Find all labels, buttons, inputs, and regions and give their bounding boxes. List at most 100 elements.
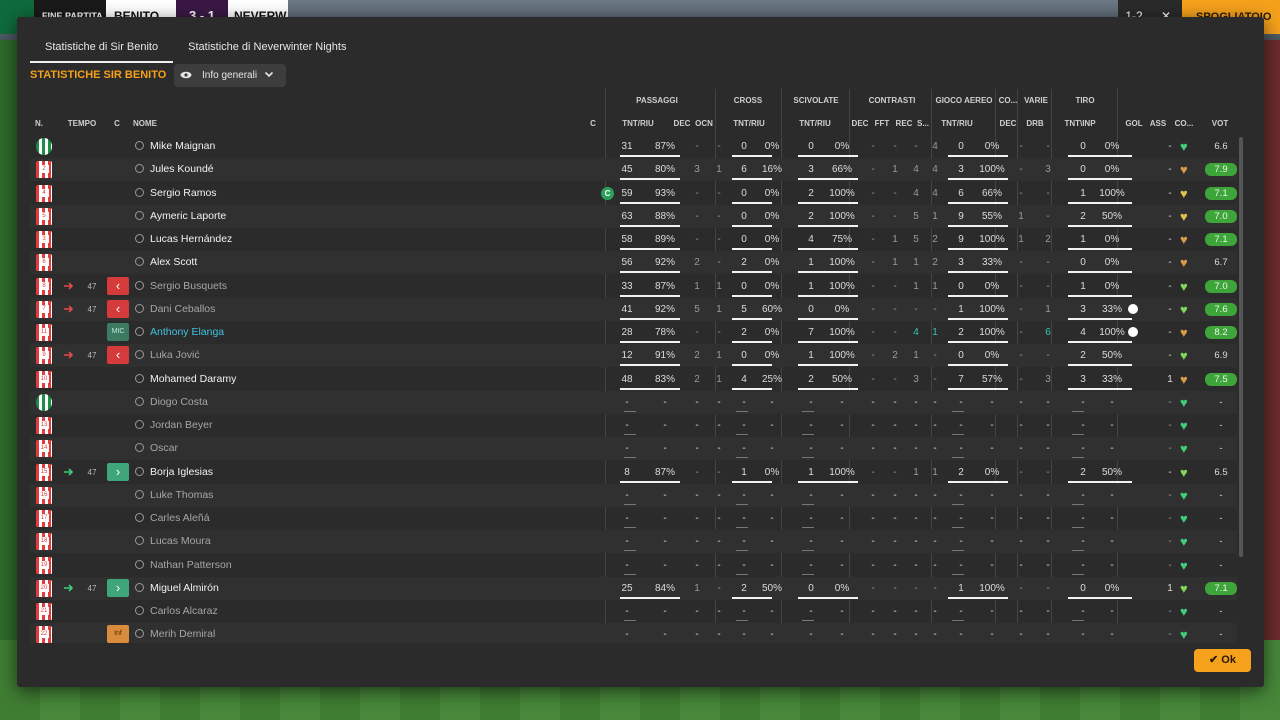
player-name[interactable]: Sergio Ramos [135,182,217,205]
player-name[interactable]: Alex Scott [135,251,197,274]
player-name[interactable]: Luke Thomas [135,484,213,507]
table-row[interactable]: 22 Inf Merih Demiral - - - - - - - - - - - - - - - - - - - ♥ - [30,623,1237,643]
player-name-text: Jules Koundé [150,163,214,176]
player-name[interactable]: Lucas Moura [135,530,211,553]
player-name[interactable]: Aymeric Laporte [135,205,226,228]
table-row[interactable]: Diogo Costa - - - - - - - - - - - - - - - - - - - ♥ - [30,390,1237,414]
column-header[interactable]: OCN [695,119,713,128]
column-header[interactable]: CO... [1173,119,1195,128]
column-header[interactable]: N. [31,119,47,128]
table-row[interactable]: 6 Alex Scott 56 92% 2-2 0% 1 100% -1 1 2 3 33% - -0 0% -… [30,251,1237,275]
stat-ass: - [1168,210,1172,222]
column-header[interactable]: C [111,119,123,128]
table-row[interactable]: 10 Mohamed Daramy 48 83% 2 1 4 25% 2 50% - -3-7 57% -… [30,368,1237,391]
column-header[interactable]: FFT [873,119,891,128]
player-name[interactable]: Carles Aleñá [135,507,210,530]
column-header[interactable]: TEMPO [67,119,97,128]
player-name[interactable]: Merih Demiral [135,623,215,643]
stat-ocn: 1 [716,303,722,315]
player-name[interactable]: Miguel Almirón [135,577,219,600]
person-icon [135,327,144,336]
table-row[interactable]: 13 Jordan Beyer - - - - - - - - - - - - - - - - - - - ♥ - [30,414,1237,437]
column-header[interactable]: TNT/RIU [729,119,769,128]
table-row[interactable]: 8 47 ‹ Sergio Busquets 33 87% 1 1 0 0% 1 100% - -1 1 0 0… [30,275,1237,298]
column-header[interactable]: TNT\INP [1053,119,1107,128]
table-row[interactable]: Mike Maignan 31 87% - -0 0% 0 0% - - -4 0 0% - -0 0% - ♥ 6… [30,135,1237,158]
shirt-number: 13 [39,421,49,429]
shirt-icon: 13 [36,417,52,434]
table-row[interactable]: 17 Carles Aleñá - - - - - - - - - - - - - - - - - - - ♥ - [30,507,1237,530]
player-name[interactable]: Luka Jović [135,344,200,367]
ok-button[interactable]: ✔ Ok [1194,649,1251,672]
injury-badge: Inf [107,625,129,643]
player-name[interactable]: Diogo Costa [135,391,208,414]
stat-ass: - [1168,350,1172,362]
player-name[interactable]: Mike Maignan [135,135,215,158]
column-header[interactable]: ASS [1149,119,1167,128]
column-header[interactable]: TNT/RIU [615,119,661,128]
stat-underline [620,480,680,483]
stat-s: 1 [932,210,938,222]
player-name[interactable]: Nathan Patterson [135,554,232,577]
column-header[interactable]: REC [895,119,913,128]
shirt-number: 11 [39,328,49,336]
player-name-text: Mike Maignan [150,140,216,152]
player-name[interactable]: Carlos Alcaraz [135,600,218,623]
stat-passp: - [663,559,667,571]
player-name[interactable]: Sergio Busquets [135,275,227,298]
table-row[interactable]: 16 Luke Thomas - - - - - - - - - - - - - - - - - - - ♥ - [30,483,1237,507]
stat-aerp: - [990,559,994,571]
stat-s: - [933,606,937,617]
table-row[interactable]: 11 MIC Anthony Elanga 28 78% - -2 0% 7 100% - -4 1 2 1… [30,321,1237,344]
view-dropdown[interactable]: Info generali [174,64,286,87]
stat-cdec: - [871,466,875,478]
column-header[interactable]: DEC [851,119,869,128]
tab-away-stats[interactable]: Statistiche di Neverwinter Nights [173,31,361,63]
player-name[interactable]: Lucas Hernández [135,228,232,251]
chevron-right-icon: › [107,462,129,481]
table-row[interactable]: 4 Sergio Ramos C 59 93% - -0 0% 2 100% - -4 4 6 66% - -1… [30,182,1237,205]
column-header[interactable]: C [587,119,599,128]
column-header[interactable]: VOT [1207,119,1233,128]
column-header[interactable]: DEC [673,119,691,128]
stat-underline [798,341,858,343]
player-name[interactable]: Jules Koundé [135,158,214,181]
stat-drb: - [1046,141,1050,152]
stat-rec: - [914,489,918,501]
sub-out-icon [63,304,75,317]
table-row[interactable]: 3 Lucas Hernández 58 89% - -0 0% 4 75% -1 5 2 9 100% 1… [30,228,1237,251]
table-row[interactable]: 2 Jules Koundé 45 80% 3 1 6 16% 3 66% -1 4 4 3 100% -3 0… [30,158,1237,182]
stat-underline [1068,201,1132,204]
table-row[interactable]: 9 47 ‹ Luka Jović 12 91% 2 1 0 0% 1 100% -2 1-0 0% - -2 5… [30,344,1237,368]
person-icon [135,466,144,476]
table-row[interactable]: 15 47 › Borja Iglesias 8 87% - -1 0% 1 100% - -1 1 2 0%… [30,461,1237,484]
vertical-scrollbar[interactable] [1239,137,1243,557]
stat-ass: - [1168,420,1172,431]
player-name[interactable]: Oscar [135,437,178,460]
stat-ocn: - [717,606,721,617]
table-row[interactable]: 20 47 › Miguel Almirón 25 84% 1-2 50% 0 0% - - - -1 10… [30,576,1237,600]
column-header[interactable]: S... [915,119,931,128]
stat-s: - [933,396,937,408]
table-row[interactable]: 14 Oscar - - - - - - - - - - - - - - - - - - - ♥ - [30,437,1237,461]
player-name[interactable]: Mohamed Daramy [135,368,236,391]
player-name[interactable]: Anthony Elanga [135,321,224,344]
table-row[interactable]: 7 47 ‹ Dani Ceballos 41 92% 5 1 5 60% 0 0% - - - -1 100%… [30,297,1237,321]
tab-home-stats[interactable]: Statistiche di Sir Benito [30,31,174,63]
table-row[interactable]: 19 Nathan Patterson - - - - - - - - - - - - - - - - - - - ♥ - [30,554,1237,577]
player-name-text: Nathan Patterson [150,558,232,571]
column-header[interactable]: TNT/RIU [795,119,835,128]
column-header[interactable]: TNT/RIU [933,119,981,128]
player-name[interactable]: Dani Ceballos [135,298,215,321]
stat-fft: - [893,373,897,385]
player-name[interactable]: Jordan Beyer [135,414,212,437]
player-name[interactable]: Borja Iglesias [135,461,213,484]
table-row[interactable]: 18 Lucas Moura - - - - - - - - - - - - - - - - - - - ♥ - [30,530,1237,554]
column-header[interactable]: NOME [133,119,173,128]
column-header[interactable]: DEC [999,119,1017,128]
table-row[interactable]: 21 Carlos Alcaraz - - - - - - - - - - - - - - - - - - - ♥ - [30,600,1237,623]
table-row[interactable]: 5 Aymeric Laporte 63 88% - -0 0% 2 100% - -5 1 9 55% 1… [30,204,1237,228]
sub-out-icon [63,281,75,294]
column-header[interactable]: DRB [1023,119,1047,128]
column-header[interactable]: GOL [1125,119,1143,128]
